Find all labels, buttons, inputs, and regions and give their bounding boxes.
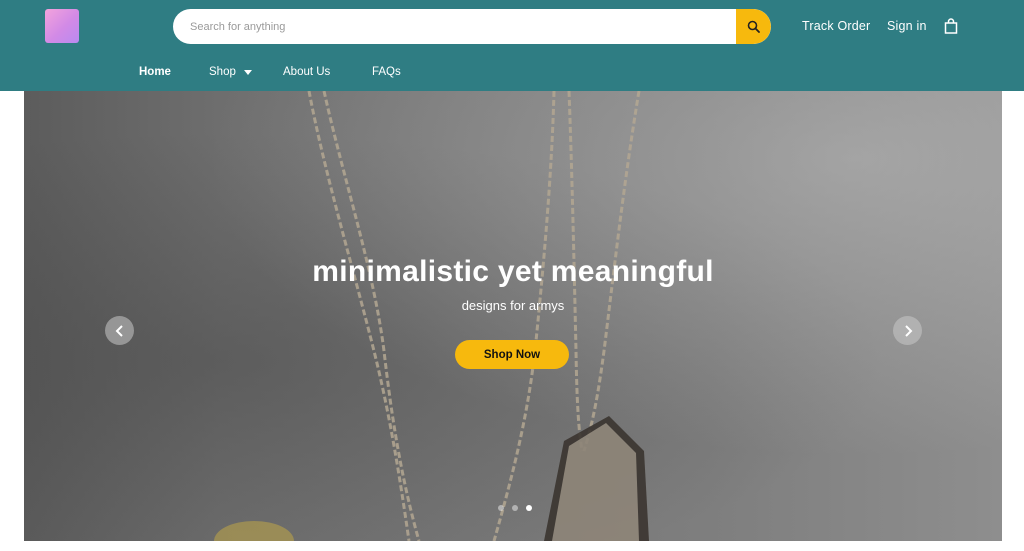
chevron-right-icon [904, 324, 912, 337]
hero-carousel: minimalistic yet meaningful designs for … [24, 91, 1002, 541]
carousel-dot-3[interactable] [526, 505, 532, 511]
track-order-link[interactable]: Track Order [802, 19, 870, 33]
nav-shop[interactable]: Shop [209, 66, 236, 78]
carousel-next-button[interactable] [893, 316, 922, 345]
nav-home[interactable]: Home [139, 66, 171, 78]
nav-about-us[interactable]: About Us [283, 66, 330, 78]
chevron-down-icon[interactable] [244, 70, 252, 75]
search-button[interactable] [736, 9, 771, 44]
shopping-bag-icon[interactable] [944, 18, 958, 34]
carousel-dot-1[interactable] [498, 505, 504, 511]
search-bar [173, 9, 771, 44]
search-icon [747, 20, 760, 33]
nav-faqs[interactable]: FAQs [372, 66, 401, 78]
search-input[interactable] [173, 9, 733, 44]
site-header: Track Order Sign in Home Shop About Us F… [0, 0, 1024, 91]
chevron-left-icon [115, 324, 123, 337]
crescent-moon-icon [60, 19, 66, 31]
sign-in-link[interactable]: Sign in [887, 19, 927, 33]
hero-subtitle: designs for armys [461, 298, 565, 313]
hero-background-image [214, 91, 649, 541]
hero-title: minimalistic yet meaningful [312, 255, 714, 288]
carousel-dot-2[interactable] [512, 505, 518, 511]
carousel-prev-button[interactable] [105, 316, 134, 345]
shop-now-button[interactable]: Shop Now [455, 340, 569, 369]
site-logo[interactable] [45, 9, 79, 43]
